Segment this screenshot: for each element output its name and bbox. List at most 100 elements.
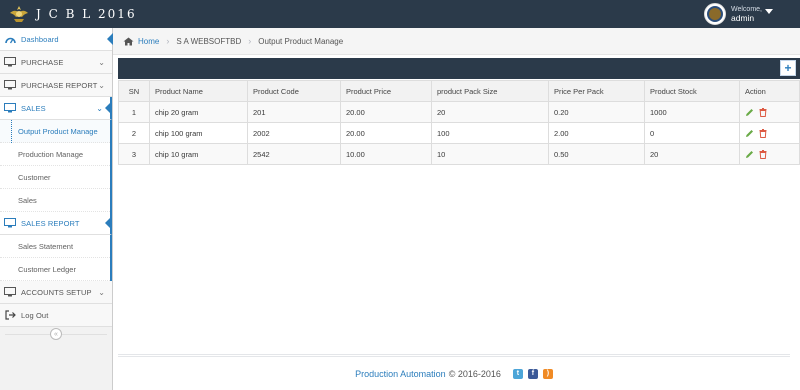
social-links: t f ) <box>512 368 553 379</box>
sidebar-item-label: Log Out <box>21 310 49 320</box>
cell-product-code: 201 <box>247 101 341 123</box>
twitter-icon[interactable]: t <box>512 368 523 379</box>
trash-icon[interactable] <box>759 149 767 159</box>
pencil-icon[interactable] <box>745 129 754 138</box>
dashboard-icon <box>4 34 16 44</box>
col-product-code: Product Code <box>247 80 341 102</box>
chevron-down-icon[interactable] <box>765 9 773 14</box>
monitor-icon <box>4 287 16 297</box>
username: admin <box>731 13 755 23</box>
cell-product-price: 20.00 <box>340 101 432 123</box>
brand[interactable]: J C B L 2016 <box>8 4 137 24</box>
submenu-sales[interactable]: Sales <box>0 189 110 212</box>
cell-product-code: 2542 <box>247 143 341 165</box>
submenu-production-manage[interactable]: Production Manage <box>0 143 110 166</box>
col-sn: SN <box>118 80 150 102</box>
home-icon <box>123 37 134 45</box>
col-price-per-pack: Price Per Pack <box>548 80 645 102</box>
chevron-down-icon: ⌄ <box>98 81 105 90</box>
sidebar-item-purchase[interactable]: PURCHASE ⌄ <box>0 51 112 74</box>
breadcrumb-home[interactable]: Home <box>138 37 159 46</box>
submenu-customer[interactable]: Customer <box>0 166 110 189</box>
sidebar: Dashboard PURCHASE ⌄ PURCHASE REPORT ⌄ S… <box>0 28 113 390</box>
cell-product-stock: 0 <box>644 122 740 144</box>
sidebar-item-logout[interactable]: Log Out <box>0 304 112 327</box>
sidebar-item-dashboard[interactable]: Dashboard <box>0 28 113 51</box>
chevron-down-icon: ⌄ <box>98 58 105 67</box>
monitor-icon <box>4 218 16 228</box>
crest-logo-icon <box>10 6 28 22</box>
footer-brand: Production Automation <box>355 368 446 379</box>
trash-icon[interactable] <box>759 128 767 138</box>
monitor-icon <box>4 103 16 113</box>
sidebar-item-label: ACCOUNTS SETUP <box>21 287 92 297</box>
cell-pack-size: 10 <box>431 143 549 165</box>
double-chevron-left-icon[interactable]: « <box>50 328 62 340</box>
sidebar-collapse: « <box>0 326 112 342</box>
sidebar-item-sales[interactable]: SALES ⌄ <box>0 97 112 120</box>
monitor-icon <box>4 80 16 90</box>
cell-product-price: 20.00 <box>340 122 432 144</box>
rss-icon[interactable]: ) <box>542 368 553 379</box>
chevron-down-icon: ⌄ <box>98 288 105 297</box>
submenu-sales-statement[interactable]: Sales Statement <box>0 235 110 258</box>
pencil-icon[interactable] <box>745 108 754 117</box>
user-menu[interactable]: Welcome, admin <box>704 3 762 25</box>
table-row: 2 chip 100 gram 2002 20.00 100 2.00 0 <box>118 122 800 144</box>
sales-report-submenu: Sales Statement Customer Ledger <box>0 235 112 281</box>
sidebar-item-label: PURCHASE REPORT <box>21 80 98 90</box>
app-title: J C B L 2016 <box>36 7 137 21</box>
footer: Production Automation © 2016-2016 t f ) <box>118 354 790 390</box>
trash-icon[interactable] <box>759 107 767 117</box>
cell-product-name: chip 20 gram <box>149 101 248 123</box>
sidebar-item-label: SALES REPORT <box>21 218 80 228</box>
col-product-name: Product Name <box>149 80 248 102</box>
footer-copyright: © 2016-2016 <box>448 368 501 379</box>
breadcrumb-separator-icon: › <box>248 36 252 46</box>
table-header-bar: + <box>118 58 800 79</box>
sidebar-item-label: PURCHASE <box>21 57 64 67</box>
cell-price-per-pack: 0.50 <box>548 143 645 165</box>
table-row: 1 chip 20 gram 201 20.00 20 0.20 1000 <box>118 101 800 123</box>
sidebar-item-label: Dashboard <box>21 34 59 44</box>
user-avatar[interactable] <box>704 3 726 25</box>
cell-sn: 3 <box>118 143 150 165</box>
col-product-stock: Product Stock <box>644 80 740 102</box>
cell-product-price: 10.00 <box>340 143 432 165</box>
cell-action <box>739 122 800 144</box>
breadcrumb: Home › S A WEBSOFTBD › Output Product Ma… <box>113 28 800 55</box>
col-action: Action <box>739 80 800 102</box>
sidebar-item-accounts-setup[interactable]: ACCOUNTS SETUP ⌄ <box>0 281 112 304</box>
breadcrumb-separator-icon: › <box>166 36 170 46</box>
cell-action <box>739 143 800 165</box>
add-product-button[interactable]: + <box>780 60 796 76</box>
table-header-row: SN Product Name Product Code Product Pri… <box>118 80 800 102</box>
cell-product-name: chip 10 gram <box>149 143 248 165</box>
facebook-icon[interactable]: f <box>527 368 538 379</box>
breadcrumb-level1: S A WEBSOFTBD <box>176 36 242 46</box>
cell-sn: 2 <box>118 122 150 144</box>
product-table: SN Product Name Product Code Product Pri… <box>118 80 800 165</box>
sidebar-item-label: SALES <box>21 103 46 113</box>
sidebar-item-sales-report[interactable]: SALES REPORT <box>0 212 112 235</box>
chevron-down-icon: ⌄ <box>96 104 103 113</box>
col-product-price: Product Price <box>340 80 432 102</box>
breadcrumb-current: Output Product Manage <box>258 36 344 46</box>
monitor-icon <box>4 57 16 67</box>
product-table-wrapper: SN Product Name Product Code Product Pri… <box>118 80 800 165</box>
user-welcome[interactable]: Welcome, admin <box>731 5 762 23</box>
cell-product-stock: 1000 <box>644 101 740 123</box>
cell-price-per-pack: 0.20 <box>548 101 645 123</box>
cell-action <box>739 101 800 123</box>
pencil-icon[interactable] <box>745 150 754 159</box>
cell-product-name: chip 100 gram <box>149 122 248 144</box>
submenu-output-product-manage[interactable]: Output Product Manage <box>0 120 110 143</box>
sidebar-item-purchase-report[interactable]: PURCHASE REPORT ⌄ <box>0 74 112 97</box>
sales-submenu: Output Product Manage Production Manage … <box>0 120 112 212</box>
table-row: 3 chip 10 gram 2542 10.00 10 0.50 20 <box>118 143 800 165</box>
submenu-customer-ledger[interactable]: Customer Ledger <box>0 258 110 281</box>
col-pack-size: product Pack Size <box>431 80 549 102</box>
cell-sn: 1 <box>118 101 150 123</box>
logout-icon <box>4 310 16 320</box>
top-navbar: J C B L 2016 Welcome, admin <box>0 0 800 28</box>
